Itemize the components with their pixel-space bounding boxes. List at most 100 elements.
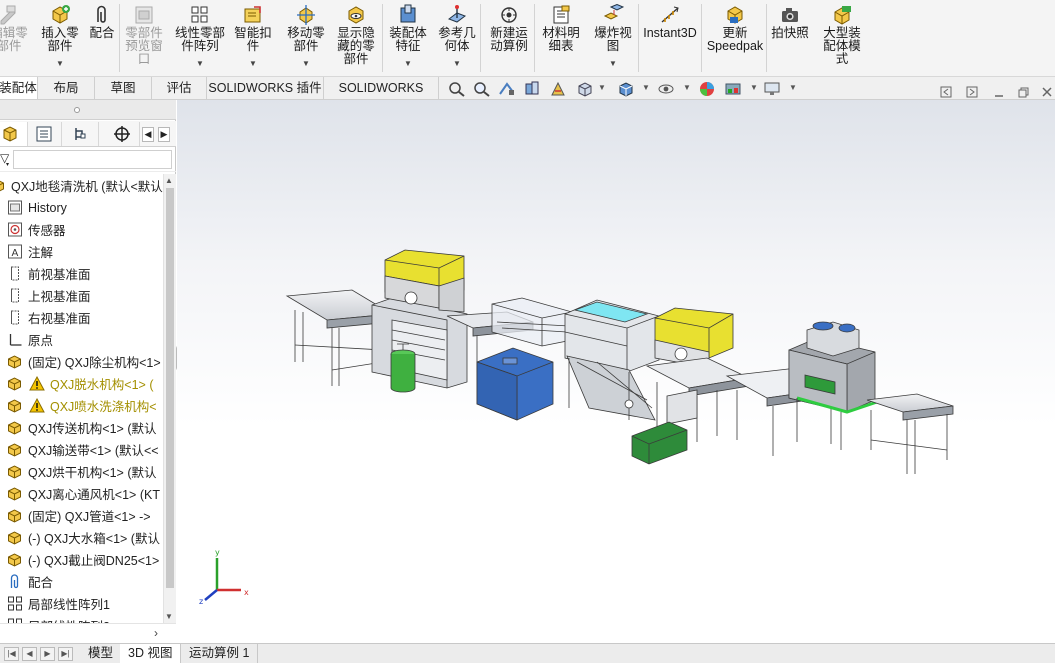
- tab-assembly[interactable]: 装配体: [0, 77, 38, 99]
- tab-model[interactable]: 模型: [80, 644, 123, 663]
- component-preview-button[interactable]: 零部件 预览窗 口: [121, 0, 167, 76]
- configuration-manager-tab[interactable]: [63, 122, 99, 146]
- exploded-view-button[interactable]: 爆炸视 图 ▼: [590, 0, 636, 76]
- tree-scroll-thumb[interactable]: [166, 188, 174, 588]
- section-view-icon[interactable]: [522, 80, 542, 98]
- next-tab-nav[interactable]: ▶: [40, 647, 55, 661]
- prev-tab-nav[interactable]: ◀: [22, 647, 37, 661]
- tab-solidworks-mbd[interactable]: SOLIDWORKS MBD: [324, 77, 439, 117]
- assembly-icon: [8, 509, 21, 523]
- update-speedpak-button[interactable]: 更新 Speedpak: [706, 0, 764, 76]
- panel-grip[interactable]: [0, 100, 176, 120]
- linear-pattern-label: 线性零部 件阵列: [174, 26, 225, 53]
- zoom-to-fit-icon[interactable]: [447, 80, 467, 98]
- restore-window-icon[interactable]: [1017, 86, 1029, 98]
- tree-item[interactable]: 原点: [6, 329, 163, 350]
- tree-item[interactable]: QXJ烘干机构<1> (默认: [6, 461, 163, 482]
- move-component-caret[interactable]: ▼: [302, 59, 310, 68]
- tree-item[interactable]: 局部线性阵列1: [6, 593, 163, 614]
- apply-scene-caret[interactable]: ▼: [750, 83, 758, 92]
- tree-vertical-scrollbar[interactable]: ▲ ▼: [163, 174, 176, 623]
- linear-pattern-button[interactable]: 线性零部 件阵列 ▼: [172, 0, 228, 76]
- zoom-area-icon[interactable]: [472, 80, 492, 98]
- tree-item[interactable]: (-) QXJ截止阀DN25<1>: [6, 549, 163, 570]
- reference-geometry-button[interactable]: 参考几 何体 ▼: [436, 0, 478, 76]
- tree-item[interactable]: (-) QXJ大水箱<1> (默认: [6, 527, 163, 548]
- snapshot-button[interactable]: 拍快照: [768, 0, 812, 76]
- tree-root-assembly[interactable]: QXJ地毯清洗机 (默认<默认: [0, 175, 163, 196]
- smart-fastener-icon: [244, 6, 261, 23]
- linear-pattern-caret[interactable]: ▼: [196, 59, 204, 68]
- tree-item[interactable]: 上视基准面: [6, 285, 163, 306]
- property-manager-tab[interactable]: [26, 122, 62, 146]
- tree-item[interactable]: (固定) QXJ除尘机构<1>: [6, 351, 163, 372]
- dimxpert-manager-tab[interactable]: [104, 122, 140, 146]
- edit-appearance-icon[interactable]: [697, 80, 717, 98]
- view-settings-icon[interactable]: [762, 80, 782, 98]
- tab-layout[interactable]: 布局: [38, 77, 95, 99]
- smart-fasteners-button[interactable]: 智能扣 件 ▼: [232, 0, 274, 76]
- scroll-down-icon[interactable]: ▼: [165, 612, 173, 621]
- insert-component-button[interactable]: 插入零 部件 ▼: [37, 0, 83, 76]
- minimize-icon[interactable]: [993, 86, 1005, 98]
- panel-tabs-left-arrow[interactable]: ◀: [142, 127, 154, 142]
- tree-item[interactable]: History: [6, 197, 163, 218]
- instant3d-icon: [661, 6, 679, 23]
- restore-panel-right-icon[interactable]: [966, 86, 978, 98]
- restore-panel-left-icon[interactable]: [940, 86, 952, 98]
- previous-view-icon[interactable]: [497, 80, 517, 98]
- carpet-washer-model[interactable]: y x z: [177, 100, 1055, 643]
- hide-show-caret[interactable]: ▼: [683, 83, 691, 92]
- assembly-features-button[interactable]: 装配体 特征 ▼: [385, 0, 431, 76]
- move-component-button[interactable]: 移动零 部件 ▼: [283, 0, 329, 76]
- last-tab-nav[interactable]: ▶|: [58, 647, 73, 661]
- hide-show-items-icon[interactable]: [656, 80, 676, 98]
- reference-geometry-caret[interactable]: ▼: [453, 59, 461, 68]
- tree-item[interactable]: 前视基准面: [6, 263, 163, 284]
- tree-item[interactable]: A 注解: [6, 241, 163, 262]
- tree-filter-input[interactable]: [13, 150, 172, 169]
- large-assembly-button[interactable]: 大型装 配体模 式: [818, 0, 866, 76]
- dynamic-annotation-icon[interactable]: [549, 80, 569, 98]
- display-style-caret[interactable]: ▼: [642, 83, 650, 92]
- view-orientation-caret[interactable]: ▼: [598, 83, 606, 92]
- exploded-view-caret[interactable]: ▼: [609, 59, 617, 68]
- tree-horizontal-scrollbar[interactable]: ›: [0, 623, 176, 643]
- scroll-up-icon[interactable]: ▲: [165, 176, 173, 185]
- tree-item[interactable]: 局部线性阵列2: [6, 615, 163, 623]
- smart-fasteners-caret[interactable]: ▼: [249, 59, 257, 68]
- panel-tabs-right-arrow[interactable]: ▶: [158, 127, 170, 142]
- tab-motion-study-1[interactable]: 运动算例 1: [181, 644, 259, 663]
- tab-solidworks-addins[interactable]: SOLIDWORKS 插件: [207, 77, 324, 99]
- graphics-area[interactable]: y x z: [177, 100, 1055, 643]
- close-document-icon[interactable]: [1041, 86, 1053, 98]
- pattern-icon: [8, 596, 22, 611]
- tree-item[interactable]: 传感器: [6, 219, 163, 240]
- tree-item[interactable]: QXJ输送带<1> (默认<<: [6, 439, 163, 460]
- tree-item[interactable]: QXJ喷水洗涤机构<: [6, 395, 163, 416]
- mate-button[interactable]: 配合: [87, 0, 117, 76]
- tree-item[interactable]: QXJ离心通风机<1> (KT: [6, 483, 163, 504]
- view-orientation-icon[interactable]: [575, 80, 595, 98]
- scroll-right-icon[interactable]: ›: [154, 626, 158, 640]
- insert-component-caret[interactable]: ▼: [56, 59, 64, 68]
- show-hidden-button[interactable]: 显示隐 藏的零 部件: [332, 0, 380, 76]
- instant3d-button[interactable]: Instant3D: [641, 0, 699, 76]
- tree-item[interactable]: QXJ传送机构<1> (默认: [6, 417, 163, 438]
- edit-component-button[interactable]: 编辑零 部件: [0, 0, 32, 76]
- tab-evaluate[interactable]: 评估: [152, 77, 207, 99]
- tree-item[interactable]: 配合: [6, 571, 163, 592]
- tab-sketch[interactable]: 草图: [95, 77, 152, 99]
- display-style-icon[interactable]: [616, 80, 636, 98]
- bom-button[interactable]: 材料明 细表: [538, 0, 584, 76]
- feature-manager-tab[interactable]: [0, 122, 28, 146]
- view-settings-caret[interactable]: ▼: [789, 83, 797, 92]
- apply-scene-icon[interactable]: [723, 80, 743, 98]
- tab-3d-view[interactable]: 3D 视图: [120, 644, 182, 663]
- tree-item[interactable]: QXJ脱水机构<1> (: [6, 373, 163, 394]
- assembly-features-caret[interactable]: ▼: [404, 59, 412, 68]
- tree-item[interactable]: 右视基准面: [6, 307, 163, 328]
- new-motion-study-button[interactable]: 新建运 动算例: [486, 0, 532, 76]
- first-tab-nav[interactable]: |◀: [4, 647, 19, 661]
- tree-item[interactable]: (固定) QXJ管道<1> ->: [6, 505, 163, 526]
